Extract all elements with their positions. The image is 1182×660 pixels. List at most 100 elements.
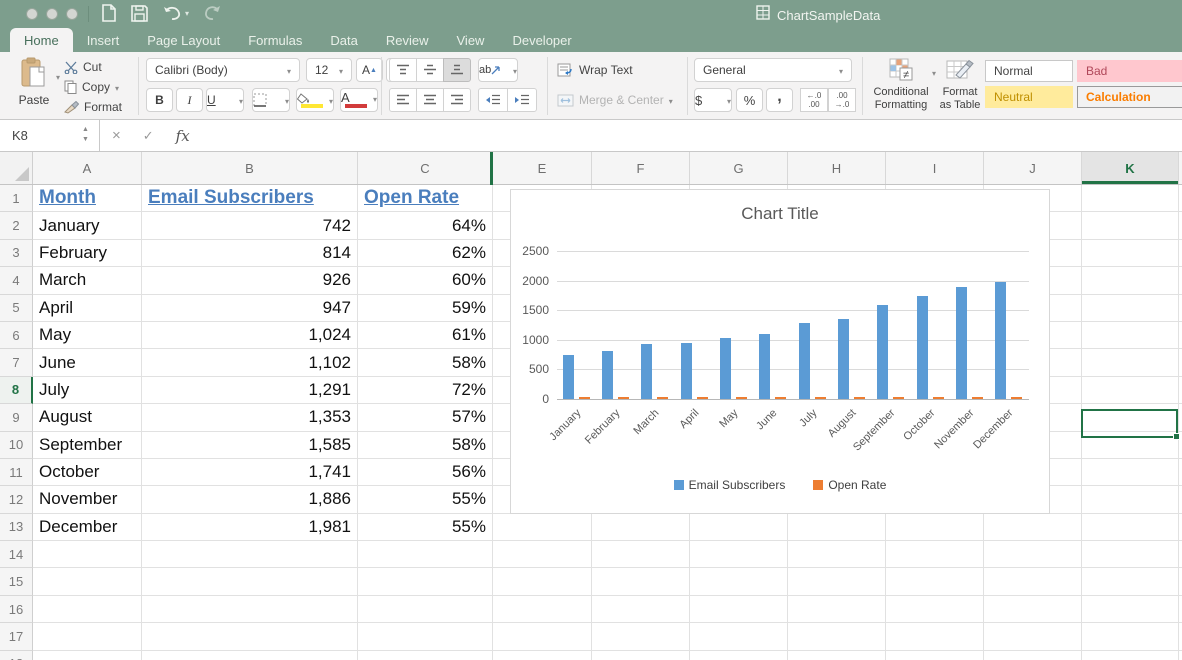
cell-style-calculation[interactable]: Calculation: [1077, 86, 1182, 108]
cell[interactable]: Open Rate: [358, 185, 493, 212]
column-header-j[interactable]: J: [984, 152, 1082, 184]
cell[interactable]: [1082, 651, 1179, 660]
column-header-i[interactable]: I: [886, 152, 984, 184]
cell[interactable]: [33, 596, 142, 623]
cell[interactable]: [690, 651, 788, 660]
cell[interactable]: 57%: [358, 404, 493, 431]
cell[interactable]: September: [33, 432, 142, 459]
cell[interactable]: [984, 623, 1082, 650]
row-header-13[interactable]: 13: [0, 514, 33, 541]
cell[interactable]: 59%: [358, 295, 493, 322]
currency-button[interactable]: $: [694, 88, 732, 112]
cell[interactable]: 814: [142, 240, 358, 267]
cell[interactable]: [592, 541, 690, 568]
cell[interactable]: [1082, 322, 1179, 349]
new-document-icon[interactable]: [100, 4, 117, 22]
cell[interactable]: February: [33, 240, 142, 267]
cell[interactable]: May: [33, 322, 142, 349]
bar-open-rate[interactable]: [815, 397, 826, 399]
cell[interactable]: [984, 541, 1082, 568]
cell[interactable]: 1,886: [142, 486, 358, 513]
cell[interactable]: [886, 514, 984, 541]
row-header-9[interactable]: 9: [0, 404, 33, 431]
cell[interactable]: [1082, 541, 1179, 568]
cell[interactable]: 58%: [358, 432, 493, 459]
selected-cell-k8[interactable]: [1081, 409, 1178, 438]
cell[interactable]: [788, 623, 886, 650]
cell[interactable]: [984, 596, 1082, 623]
column-header-f[interactable]: F: [592, 152, 690, 184]
cell[interactable]: [358, 541, 493, 568]
bar-open-rate[interactable]: [972, 397, 983, 399]
font-name-select[interactable]: Calibri (Body): [146, 58, 300, 82]
cell[interactable]: 58%: [358, 349, 493, 376]
column-header-h[interactable]: H: [788, 152, 886, 184]
cell[interactable]: [1082, 185, 1179, 212]
bar-open-rate[interactable]: [893, 397, 904, 399]
cell[interactable]: [1082, 295, 1179, 322]
cell[interactable]: [33, 651, 142, 660]
tab-home[interactable]: Home: [10, 28, 73, 52]
cell[interactable]: 1,585: [142, 432, 358, 459]
cell[interactable]: [33, 541, 142, 568]
cell[interactable]: [886, 651, 984, 660]
cell-style-bad[interactable]: Bad: [1077, 60, 1182, 82]
bar-open-rate[interactable]: [579, 397, 590, 399]
cell[interactable]: [1082, 596, 1179, 623]
insert-function-icon[interactable]: fx: [176, 127, 190, 145]
cell[interactable]: [788, 596, 886, 623]
conditional-formatting-button[interactable]: ≠ Conditional Formatting: [872, 57, 930, 112]
cell[interactable]: [886, 568, 984, 595]
merge-center-button[interactable]: Merge & Center: [557, 93, 673, 107]
cell[interactable]: 56%: [358, 459, 493, 486]
cell[interactable]: [592, 568, 690, 595]
row-header-16[interactable]: 16: [0, 596, 33, 623]
align-center-button[interactable]: [416, 88, 444, 112]
row-header-8[interactable]: 8: [0, 377, 33, 404]
bar-email-subscribers[interactable]: [838, 319, 849, 399]
tab-review[interactable]: Review: [372, 28, 443, 52]
increase-indent-button[interactable]: [507, 88, 537, 112]
bar-email-subscribers[interactable]: [720, 338, 731, 399]
decrease-decimal-button[interactable]: ←.0 .00: [800, 88, 828, 112]
bar-email-subscribers[interactable]: [877, 305, 888, 399]
column-header-g[interactable]: G: [690, 152, 788, 184]
cell[interactable]: [690, 623, 788, 650]
bar-email-subscribers[interactable]: [563, 355, 574, 399]
cell[interactable]: [592, 596, 690, 623]
grow-font-button[interactable]: A▲: [356, 58, 383, 82]
bar-open-rate[interactable]: [697, 397, 708, 399]
bar-open-rate[interactable]: [933, 397, 944, 399]
cell[interactable]: [1082, 623, 1179, 650]
decrease-indent-button[interactable]: [478, 88, 508, 112]
column-header-k[interactable]: K: [1082, 152, 1179, 184]
cell-style-neutral[interactable]: Neutral: [985, 86, 1073, 108]
undo-button[interactable]: ▾: [162, 5, 189, 21]
paste-button[interactable]: Paste: [12, 57, 56, 107]
bar-email-subscribers[interactable]: [759, 334, 770, 399]
cell[interactable]: [493, 596, 592, 623]
format-painter-button[interactable]: Format: [64, 100, 122, 114]
cell[interactable]: [1082, 459, 1179, 486]
cell[interactable]: [142, 623, 358, 650]
cell[interactable]: [1082, 267, 1179, 294]
cell[interactable]: [358, 651, 493, 660]
row-header-10[interactable]: 10: [0, 432, 33, 459]
cell[interactable]: [788, 514, 886, 541]
cell[interactable]: April: [33, 295, 142, 322]
cell[interactable]: 1,024: [142, 322, 358, 349]
underline-button[interactable]: U: [206, 88, 244, 112]
cell[interactable]: [493, 623, 592, 650]
row-header-17[interactable]: 17: [0, 623, 33, 650]
row-header-2[interactable]: 2: [0, 212, 33, 239]
bar-email-subscribers[interactable]: [641, 344, 652, 399]
bar-email-subscribers[interactable]: [799, 323, 810, 399]
column-header-b[interactable]: B: [142, 152, 358, 184]
cell[interactable]: [886, 541, 984, 568]
cell[interactable]: November: [33, 486, 142, 513]
cell[interactable]: [984, 514, 1082, 541]
row-header-4[interactable]: 4: [0, 267, 33, 294]
confirm-entry-icon[interactable]: ✓: [143, 128, 154, 144]
row-header-6[interactable]: 6: [0, 322, 33, 349]
cell[interactable]: 55%: [358, 486, 493, 513]
